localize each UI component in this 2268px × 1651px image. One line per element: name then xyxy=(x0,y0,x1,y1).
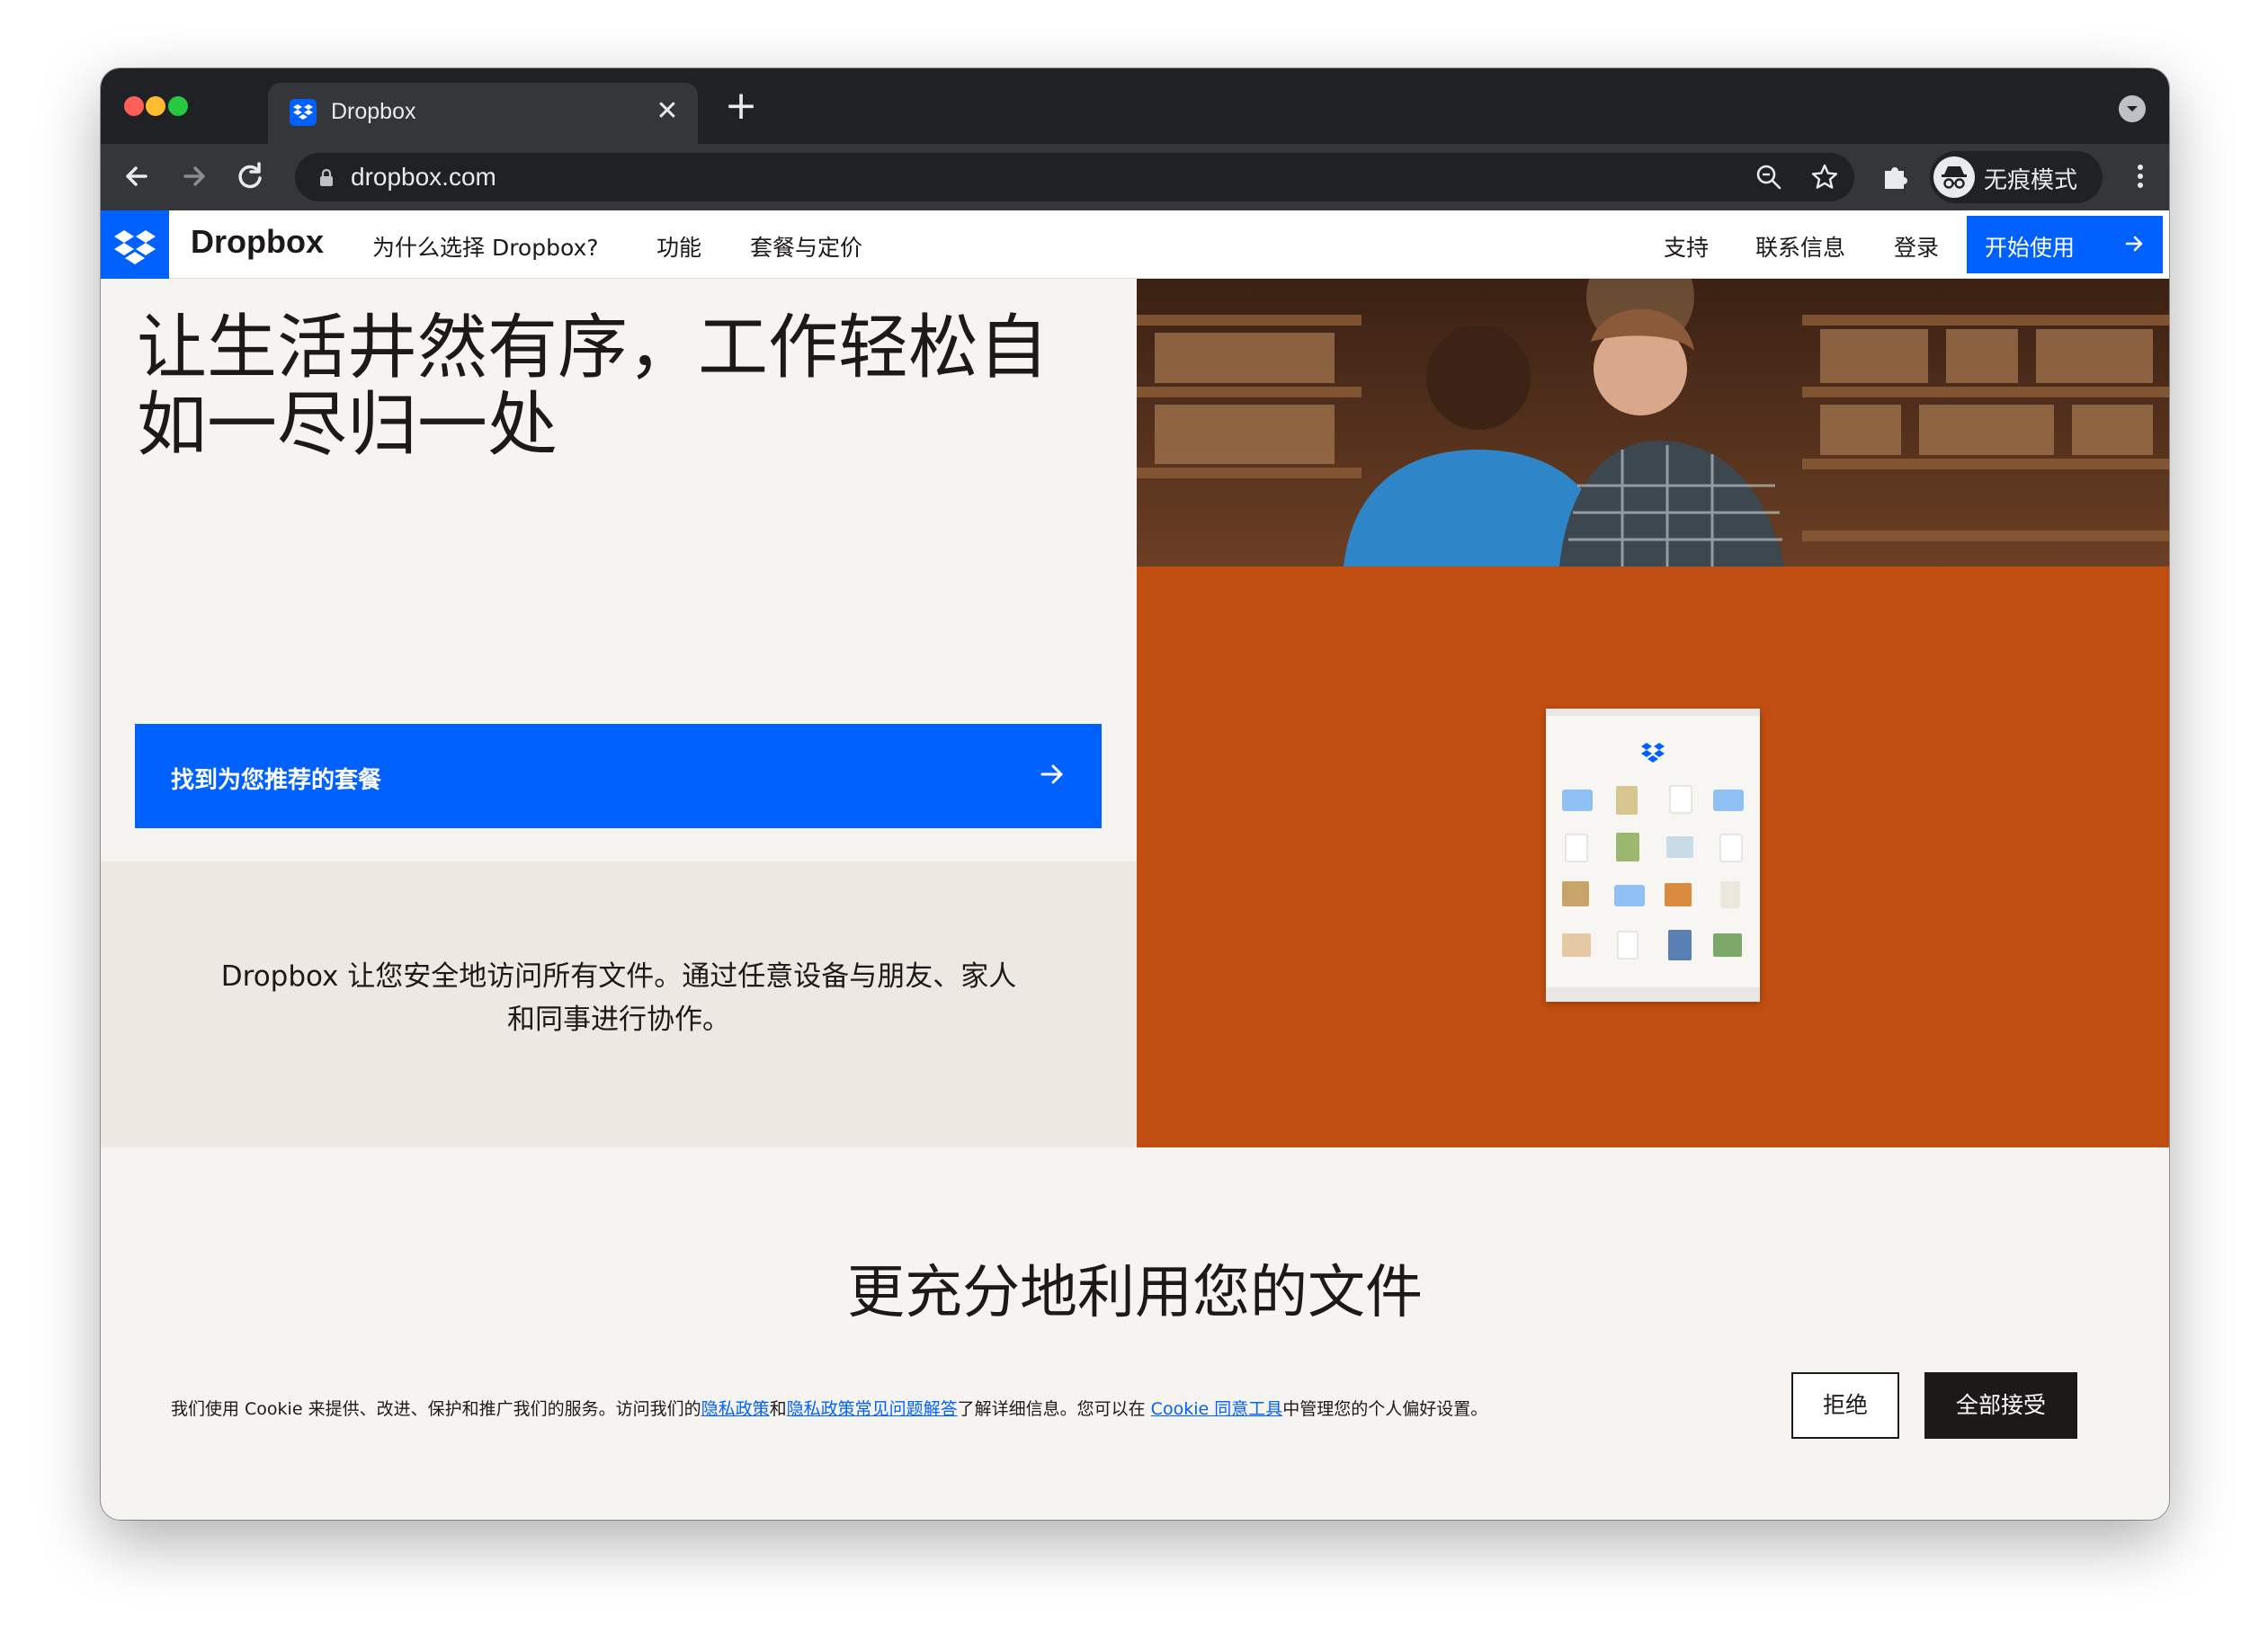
incognito-profile-button[interactable]: 无痕模式 xyxy=(1930,151,2103,203)
back-arrow-icon[interactable] xyxy=(115,155,158,198)
tab-close-icon[interactable]: ✕ xyxy=(651,95,683,128)
new-tab-button[interactable]: + xyxy=(721,86,761,128)
nav-link-contact[interactable]: 联系信息 xyxy=(1755,230,1845,263)
cookie-text-2: 和 xyxy=(769,1399,787,1419)
browser-toolbar: dropbox.com 无痕模式 xyxy=(101,144,2169,210)
zoom-icon[interactable] xyxy=(1752,160,1786,194)
nav-link-support[interactable]: 支持 xyxy=(1664,230,1709,263)
nav-link-login[interactable]: 登录 xyxy=(1894,230,1939,263)
lock-icon[interactable] xyxy=(317,167,336,187)
accept-all-cookies-button[interactable]: 全部接受 xyxy=(1924,1372,2077,1439)
find-plan-label: 找到为您推荐的套餐 xyxy=(171,767,382,794)
arrow-right-icon xyxy=(1039,756,1066,800)
tab-title: Dropbox xyxy=(331,99,416,124)
tab-dropbox[interactable]: Dropbox ✕ xyxy=(268,83,698,144)
maximize-window-button[interactable] xyxy=(168,96,188,116)
section-heading: 更充分地利用您的文件 xyxy=(847,1260,1423,1326)
find-plan-button[interactable]: 找到为您推荐的套餐 xyxy=(135,724,1102,828)
dropbox-favicon-icon xyxy=(290,99,317,126)
reject-cookies-button[interactable]: 拒绝 xyxy=(1791,1372,1899,1439)
hero-photo-people-reading xyxy=(1137,279,2169,567)
features-section: 更充分地利用您的文件 我们使用 Cookie 来提供、改进、保护和推广我们的服务… xyxy=(101,1147,2169,1520)
file-browser-preview xyxy=(1546,709,1760,1002)
reload-icon[interactable] xyxy=(228,155,272,198)
cookie-consent-tool-link[interactable]: Cookie 同意工具 xyxy=(1151,1399,1283,1419)
browser-window: Dropbox ✕ + dropbox.com 无痕模式 Dropbox 为什么… xyxy=(101,68,2169,1520)
profile-label: 无痕模式 xyxy=(1984,167,2078,194)
url-text: dropbox.com xyxy=(351,163,496,191)
hero-section: 让生活井然有序，工作轻松自如一尽归一处 找到为您推荐的套餐 xyxy=(101,279,1137,861)
cookie-notice: 我们使用 Cookie 来提供、改进、保护和推广我们的服务。访问我们的隐私政策和… xyxy=(171,1396,1487,1420)
dropbox-logo-icon[interactable] xyxy=(101,210,169,279)
nav-link-why-dropbox[interactable]: 为什么选择 Dropbox? xyxy=(372,230,599,263)
incognito-icon xyxy=(1933,156,1975,198)
minimize-window-button[interactable] xyxy=(146,96,165,116)
bookmark-star-icon[interactable] xyxy=(1808,160,1842,194)
nav-link-pricing[interactable]: 套餐与定价 xyxy=(750,230,862,263)
nav-link-features[interactable]: 功能 xyxy=(656,230,701,263)
hero-title: 让生活井然有序，工作轻松自如一尽归一处 xyxy=(137,308,1049,466)
hero-description-panel: Dropbox 让您安全地访问所有文件。通过任意设备与朋友、家人和同事进行协作。 xyxy=(101,861,1137,1147)
extensions-puzzle-icon[interactable] xyxy=(1876,156,1919,200)
forward-arrow-icon[interactable] xyxy=(173,155,216,198)
hero-description: Dropbox 让您安全地访问所有文件。通过任意设备与朋友、家人和同事进行协作。 xyxy=(220,960,1017,1036)
privacy-faq-link[interactable]: 隐私政策常见问题解答 xyxy=(787,1399,958,1419)
cookie-text-4: 中管理您的个人偏好设置。 xyxy=(1282,1399,1488,1419)
cookie-text-1: 我们使用 Cookie 来提供、改进、保护和推广我们的服务。访问我们的 xyxy=(171,1399,701,1419)
brand-name[interactable]: Dropbox xyxy=(191,223,324,261)
tab-strip: Dropbox ✕ + xyxy=(101,68,2169,144)
hero-orange-panel xyxy=(1137,567,2169,1147)
arrow-right-icon xyxy=(2123,228,2145,265)
tab-search-icon[interactable] xyxy=(2119,95,2146,122)
cookie-text-3: 了解详细信息。您可以在 xyxy=(957,1399,1151,1419)
site-navigation: Dropbox 为什么选择 Dropbox? 功能 套餐与定价 支持 联系信息 … xyxy=(101,210,2169,279)
close-window-button[interactable] xyxy=(124,96,144,116)
get-started-button[interactable]: 开始使用 xyxy=(1967,216,2163,273)
browser-menu-icon[interactable] xyxy=(2119,155,2162,198)
address-bar[interactable]: dropbox.com xyxy=(295,153,1854,201)
privacy-policy-link[interactable]: 隐私政策 xyxy=(701,1399,770,1419)
get-started-label: 开始使用 xyxy=(1985,235,2076,261)
